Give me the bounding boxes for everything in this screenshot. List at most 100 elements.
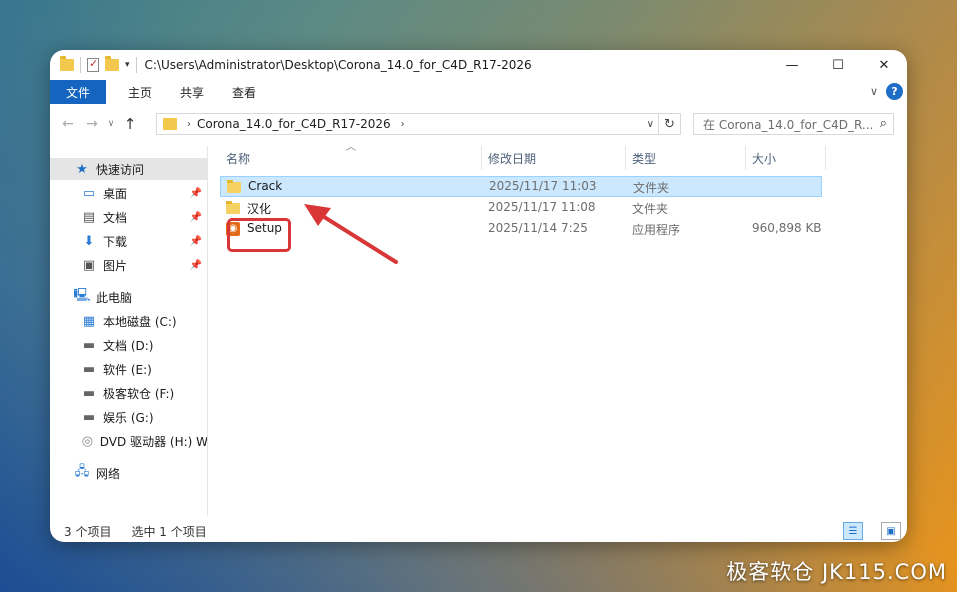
divider [80, 57, 81, 73]
refresh-icon[interactable]: ↻ [659, 113, 681, 135]
status-bar: 3 个项目 选中 1 个项目 ☰ ▣ [50, 520, 907, 542]
file-date: 2025/11/14 7:25 [488, 221, 588, 235]
sidebar-item-label: 本地磁盘 (C:) [103, 314, 177, 329]
breadcrumb[interactable]: Corona_14.0_for_C4D_R17-2026 [197, 117, 391, 131]
search-icon: ⌕ [879, 116, 887, 131]
pin-icon[interactable]: 📌 [190, 188, 202, 199]
back-arrow-icon[interactable]: ← [56, 116, 80, 132]
maximize-button[interactable]: ☐ [815, 50, 861, 80]
sidebar-item-label: 文档 (D:) [103, 338, 154, 353]
properties-icon[interactable] [87, 57, 99, 72]
close-button[interactable]: ✕ [861, 50, 907, 80]
search-placeholder: 在 Corona_14.0_for_C4D_R... [703, 117, 874, 132]
sidebar-item-label: 图片 [103, 258, 128, 273]
address-bar[interactable]: › Corona_14.0_for_C4D_R17-2026 › ∨ [156, 113, 659, 135]
dvd-icon: ◎ [81, 433, 94, 449]
window-title: C:\Users\Administrator\Desktop\Corona_14… [144, 58, 532, 72]
folder-icon [60, 56, 74, 71]
tab-view[interactable]: 查看 [218, 80, 270, 104]
recent-locations-chevron-icon[interactable]: ∨ [104, 119, 118, 129]
file-row-crack[interactable]: Crack 2025/11/17 11:03 文件夹 [220, 176, 822, 197]
sidebar-item-desktop[interactable]: ▭ 桌面 📌 [50, 182, 207, 204]
sidebar-item-label: 文档 [103, 210, 128, 225]
title-bar: ▾ C:\Users\Administrator\Desktop\Corona_… [50, 50, 907, 80]
breadcrumb-separator-icon[interactable]: › [187, 119, 191, 130]
window-controls: — ☐ ✕ [769, 50, 907, 80]
folder-icon [163, 118, 177, 130]
sidebar-item-drive-f[interactable]: ▬ 极客软仓 (F:) [50, 382, 207, 404]
tab-file[interactable]: 文件 [50, 80, 107, 104]
network-icon: 🖧 [74, 464, 90, 479]
file-name: 汉化 [247, 202, 272, 216]
column-header-date[interactable]: 修改日期 [482, 146, 626, 170]
sidebar-item-label: 娱乐 (G:) [103, 410, 154, 425]
file-list: ︿ 名称 修改日期 类型 大小 Crack 2025/11/17 11:03 文… [220, 142, 907, 516]
tab-share[interactable]: 共享 [166, 80, 218, 104]
file-row-hanhua[interactable]: 汉化 2025/11/17 11:08 文件夹 [220, 197, 822, 218]
drive-icon: ▬ [82, 409, 96, 425]
selection-count: 选中 1 个项目 [131, 524, 207, 539]
search-input[interactable]: 在 Corona_14.0_for_C4D_R... ⌕ [693, 113, 894, 135]
pin-icon[interactable]: 📌 [190, 236, 202, 247]
column-header-name[interactable]: 名称 [220, 146, 482, 170]
customize-toolbar-arrow-icon[interactable]: ▾ [125, 60, 130, 70]
sidebar-item-this-pc[interactable]: 🖳 此电脑 [50, 286, 207, 308]
annotation-highlight-box [227, 218, 291, 252]
forward-arrow-icon[interactable]: → [80, 116, 104, 132]
drive-icon: ▬ [82, 385, 96, 401]
ribbon-right: ∨ ? [870, 83, 903, 100]
drive-icon: ▬ [82, 361, 96, 377]
computer-icon: 🖳 [73, 288, 91, 303]
file-type: 应用程序 [632, 223, 681, 237]
sidebar-item-network[interactable]: 🖧 网络 [50, 462, 207, 484]
sidebar-item-documents[interactable]: ▤ 文档 📌 [50, 206, 207, 228]
sidebar-item-drive-d[interactable]: ▬ 文档 (D:) [50, 334, 207, 356]
file-date: 2025/11/17 11:03 [489, 179, 597, 193]
new-folder-icon[interactable] [105, 56, 119, 71]
view-switcher: ☰ ▣ [829, 522, 901, 540]
expand-ribbon-chevron-icon[interactable]: ∨ [870, 85, 878, 98]
breadcrumb-separator-icon[interactable]: › [401, 119, 405, 130]
help-icon[interactable]: ? [886, 83, 903, 100]
file-name: Crack [248, 179, 283, 193]
address-dropdown-chevron-icon[interactable]: ∨ [647, 119, 654, 130]
explorer-window: ▾ C:\Users\Administrator\Desktop\Corona_… [50, 50, 907, 542]
picture-icon: ▣ [82, 257, 96, 273]
large-icons-view-icon[interactable]: ▣ [881, 522, 901, 540]
file-row-setup[interactable]: ◉ Setup 2025/11/14 7:25 应用程序 960,898 KB [220, 218, 822, 239]
sidebar-item-drive-e[interactable]: ▬ 软件 (E:) [50, 358, 207, 380]
up-arrow-icon[interactable]: ↑ [118, 115, 142, 133]
sidebar-item-label: DVD 驱动器 (H:) W [99, 434, 208, 449]
pin-icon[interactable]: 📌 [190, 212, 202, 223]
file-type: 文件夹 [632, 202, 669, 216]
desktop-icon: ▭ [82, 185, 96, 201]
system-drive-icon: ▦ [82, 313, 96, 329]
file-size: 960,898 KB [752, 221, 822, 235]
column-header-type[interactable]: 类型 [626, 146, 746, 170]
column-header-size[interactable]: 大小 [746, 146, 826, 170]
folder-icon [226, 201, 240, 214]
details-view-icon[interactable]: ☰ [843, 522, 863, 540]
quick-access-toolbar: ▾ [60, 56, 137, 73]
drive-icon: ▬ [82, 337, 96, 353]
file-type: 文件夹 [633, 181, 670, 195]
sidebar-item-drive-c[interactable]: ▦ 本地磁盘 (C:) [50, 310, 207, 332]
download-icon: ⬇ [83, 233, 95, 249]
sidebar-item-dvd-drive[interactable]: ◎ DVD 驱动器 (H:) W [50, 430, 208, 452]
sidebar-item-pictures[interactable]: ▣ 图片 📌 [50, 254, 207, 276]
sidebar-item-drive-g[interactable]: ▬ 娱乐 (G:) [50, 406, 207, 428]
sidebar-item-label: 桌面 [103, 186, 128, 201]
pin-icon[interactable]: 📌 [190, 260, 202, 271]
sidebar-item-label: 此电脑 [96, 290, 133, 305]
sidebar-item-label: 网络 [96, 466, 121, 481]
sidebar-item-quick-access[interactable]: ★ 快速访问 [50, 158, 207, 180]
sidebar-item-label: 快速访问 [96, 162, 145, 177]
ribbon-tabs: 文件 主页 共享 查看 ∨ ? [50, 80, 907, 104]
sidebar-item-label: 下载 [103, 234, 128, 249]
star-icon: ★ [76, 161, 88, 177]
minimize-button[interactable]: — [769, 50, 815, 80]
sidebar-item-downloads[interactable]: ⬇ 下载 📌 [50, 230, 207, 252]
item-count: 3 个项目 [64, 524, 112, 539]
tab-home[interactable]: 主页 [114, 80, 166, 104]
navigation-bar: ← → ∨ ↑ › Corona_14.0_for_C4D_R17-2026 ›… [50, 110, 907, 138]
